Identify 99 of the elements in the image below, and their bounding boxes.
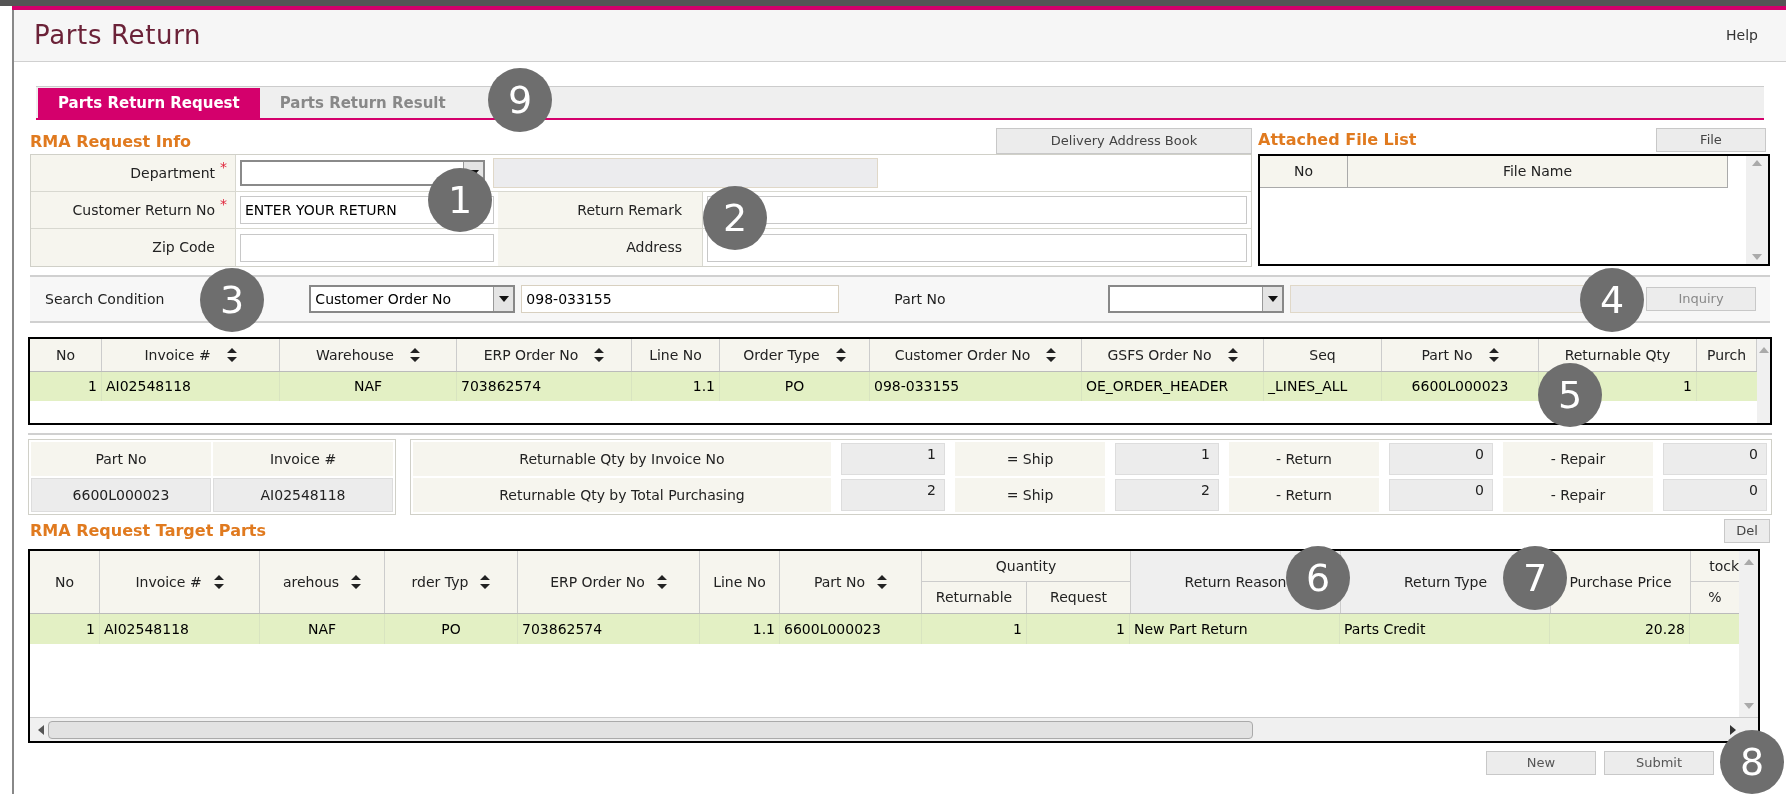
readonly-field: 0 bbox=[1389, 479, 1493, 511]
column-header: tock bbox=[1709, 556, 1739, 576]
section-heading: Attached File List bbox=[1258, 129, 1417, 151]
column-header: % bbox=[1708, 588, 1722, 607]
field-label: - Return bbox=[1276, 449, 1332, 469]
column-header: rder Typ bbox=[411, 572, 469, 592]
table-cell-text: 1 bbox=[1683, 377, 1692, 396]
table-cell-text: 1.1 bbox=[752, 619, 775, 639]
field-label: Address bbox=[626, 238, 682, 257]
field-label: - Repair bbox=[1550, 485, 1606, 505]
readonly-field: 0 bbox=[1663, 443, 1767, 475]
column-header: Return Type bbox=[1403, 572, 1488, 592]
column-header: No bbox=[54, 572, 74, 592]
search-value-field[interactable]: 098-033155 bbox=[521, 285, 840, 313]
field-label: Customer Return No bbox=[72, 200, 215, 220]
field-label: Returnable Qty by Total Purchasing bbox=[499, 485, 745, 505]
field-label: Return Remark bbox=[577, 200, 682, 220]
field-label: Zip Code bbox=[152, 238, 215, 257]
search-label: Search Condition bbox=[45, 289, 165, 309]
readonly-field: 1 bbox=[841, 443, 945, 475]
readonly-field: 2 bbox=[1115, 479, 1219, 511]
readonly-field: 1 bbox=[1115, 443, 1219, 475]
table-cell-text: 703862574 bbox=[461, 377, 542, 396]
column-header: ERP Order No bbox=[550, 572, 645, 592]
delete-button[interactable]: Del bbox=[1724, 519, 1770, 543]
column-header: No bbox=[1293, 162, 1313, 181]
callout-tooltip: 4 bbox=[1580, 268, 1644, 332]
search-label: Part No bbox=[894, 289, 947, 309]
column-header: Request bbox=[1050, 588, 1107, 607]
required-marker: * bbox=[220, 158, 227, 177]
table-cell-text: 20.28 bbox=[1644, 619, 1685, 639]
readonly-field: 0 bbox=[1663, 479, 1767, 511]
table-cell-text: AI02548118 bbox=[106, 377, 191, 396]
table-cell-text: 6600L000023 bbox=[1411, 377, 1509, 396]
file-button[interactable]: File bbox=[1656, 128, 1766, 152]
column-header: Returnable Qty bbox=[1564, 345, 1671, 365]
column-header: Purch bbox=[1706, 345, 1747, 365]
table-cell-text: PO bbox=[441, 619, 461, 639]
table-cell-text: 1 bbox=[1116, 619, 1125, 639]
field-label: Returnable Qty by Invoice No bbox=[519, 449, 725, 469]
field-label: Part No bbox=[95, 449, 147, 469]
table-cell-text: 1 bbox=[1013, 619, 1022, 639]
table-cell-text: New Part Return bbox=[1134, 619, 1248, 639]
search-condition-select[interactable]: Customer Order No bbox=[309, 285, 516, 313]
readonly-field: AI02548118 bbox=[213, 478, 393, 512]
page-title: Parts Return bbox=[34, 19, 202, 52]
section-heading: RMA Request Target Parts bbox=[30, 520, 267, 542]
table-cell-text: 1.1 bbox=[692, 377, 715, 396]
column-header: Invoice # bbox=[144, 345, 211, 365]
column-header: File Name bbox=[1502, 162, 1573, 181]
readonly-field: 0 bbox=[1389, 443, 1493, 475]
column-header: GSFS Order No bbox=[1107, 345, 1212, 365]
field-label: Department bbox=[130, 163, 215, 183]
column-header: Part No bbox=[1421, 345, 1473, 365]
table-cell-text: AI02548118 bbox=[104, 619, 189, 639]
table-cell-text: 098-033155 bbox=[874, 377, 960, 396]
table-cell-text: NAF bbox=[353, 377, 383, 396]
field-label: = Ship bbox=[1006, 449, 1054, 469]
column-header: Line No bbox=[649, 345, 702, 365]
section-heading: RMA Request Info bbox=[30, 131, 192, 153]
column-header: Invoice # bbox=[135, 572, 202, 592]
required-marker: * bbox=[220, 195, 227, 214]
table-cell-text: 703862574 bbox=[522, 619, 603, 639]
table-cell-text: 6600L000023 bbox=[784, 619, 881, 639]
callout-tooltip: 3 bbox=[200, 268, 264, 332]
callout-tooltip: 8 bbox=[1720, 730, 1784, 794]
help-link[interactable]: Help bbox=[1726, 25, 1758, 46]
column-header: Warehouse bbox=[316, 345, 394, 365]
column-header: Line No bbox=[713, 572, 766, 592]
table-cell-text: _LINES_ALL bbox=[1268, 377, 1348, 396]
column-header: ERP Order No bbox=[483, 345, 579, 365]
field-label: - Repair bbox=[1550, 449, 1606, 469]
action-button[interactable]: New bbox=[1486, 751, 1596, 775]
column-header: arehous bbox=[282, 572, 340, 592]
table-row[interactable]: 1 AI02548118 NAF PO 703862574 1.1 6600L000023 1 1 New Part Return Parts Credit 20.28 bbox=[30, 614, 1739, 644]
readonly-field: 2 bbox=[841, 479, 945, 511]
column-group-header: Quantity bbox=[995, 556, 1057, 576]
table-cell-text: OE_ORDER_HEADER bbox=[1086, 377, 1229, 396]
table-cell-text: 1 bbox=[88, 377, 97, 396]
table-cell-text: Parts Credit bbox=[1344, 619, 1426, 639]
field-label: - Return bbox=[1276, 485, 1332, 505]
address-book-button[interactable]: Delivery Address Book bbox=[996, 128, 1252, 154]
field-label: = Ship bbox=[1006, 485, 1054, 505]
tab[interactable]: Parts Return Request bbox=[38, 88, 260, 118]
column-header: No bbox=[55, 345, 75, 365]
column-header: Returnable bbox=[935, 588, 1013, 607]
readonly-field: 6600L000023 bbox=[31, 478, 211, 512]
column-header: Purchase Price bbox=[1569, 572, 1672, 592]
table-cell-text: 1 bbox=[86, 619, 95, 639]
field-label: Invoice # bbox=[269, 449, 337, 469]
table-cell-text: PO bbox=[784, 377, 805, 396]
table-cell-text: NAF bbox=[307, 619, 337, 639]
column-header: Order Type bbox=[743, 345, 820, 365]
column-header: Part No bbox=[813, 572, 866, 592]
column-header: Seq bbox=[1309, 345, 1336, 365]
callout-tooltip: 9 bbox=[488, 68, 552, 132]
column-header: Customer Order No bbox=[894, 345, 1031, 365]
action-button[interactable]: Submit bbox=[1604, 751, 1714, 775]
column-header: Return Reason bbox=[1184, 572, 1287, 592]
